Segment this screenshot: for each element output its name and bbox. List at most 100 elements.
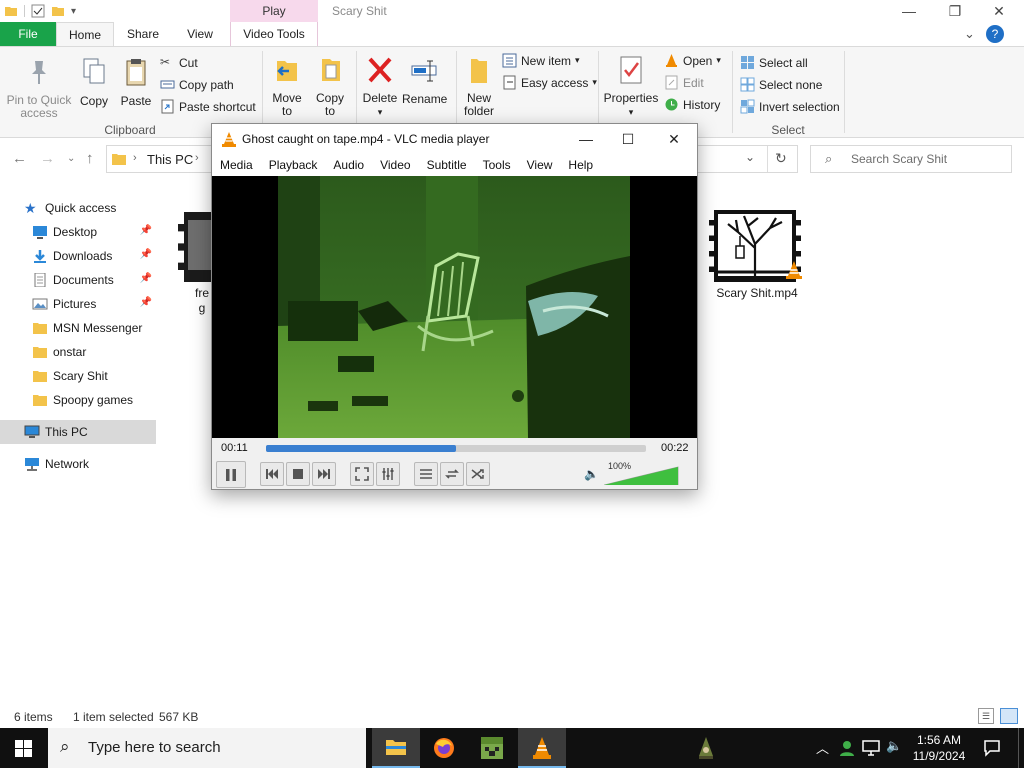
previous-button[interactable] bbox=[260, 462, 284, 486]
extended-settings-button[interactable] bbox=[376, 462, 400, 486]
volume-slider[interactable] bbox=[604, 465, 680, 485]
paste-shortcut-button[interactable]: Paste shortcut bbox=[160, 99, 256, 114]
copy-path-button[interactable]: Copy path bbox=[160, 77, 234, 92]
tab-home[interactable]: Home bbox=[56, 22, 114, 46]
show-desktop-button[interactable] bbox=[1018, 728, 1019, 768]
nav-downloads[interactable]: Downloads 📌 bbox=[0, 244, 156, 268]
nav-pictures[interactable]: Pictures 📌 bbox=[0, 292, 156, 316]
address-dropdown-icon[interactable]: ⌄ bbox=[745, 150, 755, 164]
nav-msn-messenger[interactable]: MSN Messenger bbox=[0, 316, 156, 340]
loop-button[interactable] bbox=[440, 462, 464, 486]
forward-arrow-icon[interactable]: → bbox=[40, 150, 55, 167]
help-icon[interactable]: ? bbox=[986, 25, 1004, 43]
scary-shit-thumbnail[interactable] bbox=[709, 210, 802, 282]
vlc-menu-playback[interactable]: Playback bbox=[261, 154, 326, 176]
maximize-button[interactable]: ❐ bbox=[932, 0, 978, 22]
new-folder-button[interactable]: New folder bbox=[460, 55, 498, 118]
vlc-menu-subtitle[interactable]: Subtitle bbox=[419, 154, 475, 176]
history-button[interactable]: History bbox=[664, 97, 720, 112]
tab-view[interactable]: View bbox=[174, 22, 226, 46]
nav-onstar[interactable]: onstar bbox=[0, 340, 156, 364]
nav-this-pc[interactable]: This PC bbox=[0, 420, 156, 444]
pause-button[interactable] bbox=[216, 461, 246, 488]
playlist-button[interactable] bbox=[414, 462, 438, 486]
taskbar-pinned-app[interactable] bbox=[682, 728, 730, 768]
cut-button[interactable]: ✂ Cut bbox=[160, 55, 198, 70]
nav-spoopy-games[interactable]: Spoopy games bbox=[0, 388, 156, 412]
pin-to-quick-access-button[interactable]: Pin to Quick access bbox=[4, 57, 74, 120]
large-icons-view-icon[interactable] bbox=[1000, 708, 1018, 724]
qat-dropdown-icon[interactable]: ▾ bbox=[71, 6, 76, 17]
tab-share[interactable]: Share bbox=[118, 22, 168, 46]
nav-documents[interactable]: Documents 📌 bbox=[0, 268, 156, 292]
open-button[interactable]: Open ▾ bbox=[664, 53, 721, 68]
properties-check-icon[interactable] bbox=[31, 4, 45, 18]
tab-video-tools[interactable]: Video Tools bbox=[230, 22, 318, 46]
network-status-icon[interactable] bbox=[862, 740, 880, 756]
vlc-maximize-button[interactable]: ☐ bbox=[608, 128, 648, 150]
minimize-button[interactable]: — bbox=[886, 0, 932, 22]
vlc-close-button[interactable]: ✕ bbox=[654, 128, 694, 150]
taskbar-minecraft[interactable] bbox=[468, 728, 516, 768]
vlc-titlebar[interactable]: Ghost caught on tape.mp4 - VLC media pla… bbox=[212, 124, 697, 154]
notifications-icon[interactable] bbox=[983, 739, 1001, 757]
breadcrumb-this-pc[interactable]: This PC bbox=[147, 152, 193, 167]
nav-scary-shit[interactable]: Scary Shit bbox=[0, 364, 156, 388]
fullscreen-button[interactable] bbox=[350, 462, 374, 486]
recent-locations-icon[interactable]: ⌄ bbox=[67, 153, 75, 164]
stop-button[interactable] bbox=[286, 462, 310, 486]
invert-selection-button[interactable]: Invert selection bbox=[740, 99, 840, 114]
move-to-button[interactable]: Move to▾ bbox=[268, 55, 306, 132]
copy-to-button[interactable]: Copy to▾ bbox=[310, 55, 350, 132]
properties-button[interactable]: Properties ▾ bbox=[602, 55, 660, 119]
taskbar-search-box[interactable]: ⌕ Type here to search bbox=[48, 728, 366, 768]
volume-icon[interactable]: 🔈 bbox=[886, 738, 902, 754]
details-view-icon[interactable]: ☰ bbox=[978, 708, 994, 724]
delete-button[interactable]: Delete ▾ bbox=[360, 55, 400, 119]
vlc-menu-tools[interactable]: Tools bbox=[475, 154, 519, 176]
vlc-menu-help[interactable]: Help bbox=[560, 154, 601, 176]
user-status-icon[interactable] bbox=[838, 739, 856, 757]
easy-access-button[interactable]: Easy access ▾ bbox=[502, 75, 597, 90]
taskbar-vlc[interactable] bbox=[518, 728, 566, 768]
select-all-button[interactable]: Select all bbox=[740, 55, 808, 70]
windows-start-icon[interactable] bbox=[15, 740, 32, 757]
edit-button[interactable]: Edit bbox=[664, 75, 704, 90]
collapse-ribbon-icon[interactable]: ⌄ bbox=[964, 26, 975, 42]
nav-desktop[interactable]: Desktop 📌 bbox=[0, 220, 156, 244]
vlc-minimize-button[interactable]: — bbox=[566, 128, 606, 150]
video-thumbnail[interactable] bbox=[178, 212, 214, 282]
refresh-icon[interactable]: ↻ bbox=[775, 150, 787, 167]
new-folder-icon[interactable] bbox=[51, 4, 65, 18]
scary-shit-file-label[interactable]: Scary Shit.mp4 bbox=[708, 286, 806, 300]
tab-file[interactable]: File bbox=[0, 22, 56, 46]
taskbar-clock[interactable]: 1:56 AM 11/9/2024 bbox=[908, 732, 970, 764]
paste-button[interactable]: Paste bbox=[116, 57, 156, 108]
new-item-button[interactable]: New item ▾ bbox=[502, 53, 580, 68]
select-none-button[interactable]: Select none bbox=[740, 77, 822, 92]
vlc-menu-audio[interactable]: Audio bbox=[325, 154, 372, 176]
next-button[interactable] bbox=[312, 462, 336, 486]
up-arrow-icon[interactable]: ↑ bbox=[86, 150, 94, 167]
back-arrow-icon[interactable]: ← bbox=[12, 150, 27, 167]
show-hidden-icons[interactable]: ︿ bbox=[816, 738, 829, 757]
speaker-icon[interactable]: 🔈 bbox=[584, 467, 599, 481]
invert-selection-label: Invert selection bbox=[759, 99, 840, 114]
vlc-menu-view[interactable]: View bbox=[519, 154, 561, 176]
nav-quick-access[interactable]: ★ Quick access bbox=[0, 196, 156, 220]
shuffle-button[interactable] bbox=[466, 462, 490, 486]
taskbar-firefox[interactable] bbox=[420, 728, 468, 768]
selection-count: 1 item selected bbox=[73, 710, 154, 724]
vlc-seek-bar[interactable] bbox=[266, 445, 646, 452]
window-title: Scary Shit bbox=[332, 4, 387, 18]
close-button[interactable]: ✕ bbox=[976, 0, 1022, 22]
rename-button[interactable]: Rename bbox=[402, 55, 447, 106]
folder-icon[interactable] bbox=[4, 4, 18, 18]
vlc-menu-media[interactable]: Media bbox=[212, 154, 261, 176]
vlc-video-area[interactable] bbox=[212, 176, 697, 438]
copy-button[interactable]: Copy bbox=[76, 57, 112, 108]
taskbar-file-explorer[interactable] bbox=[372, 728, 420, 768]
vlc-menu-video[interactable]: Video bbox=[372, 154, 418, 176]
search-box[interactable]: ⌕ Search Scary Shit bbox=[810, 145, 1012, 173]
nav-network[interactable]: Network bbox=[0, 452, 156, 476]
